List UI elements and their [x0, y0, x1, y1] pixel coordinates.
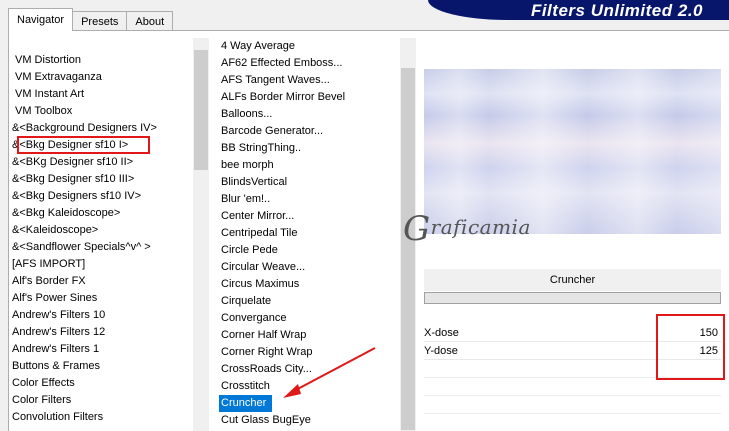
annotation-arrow [283, 347, 376, 398]
tab-navigator[interactable]: Navigator [8, 8, 74, 31]
